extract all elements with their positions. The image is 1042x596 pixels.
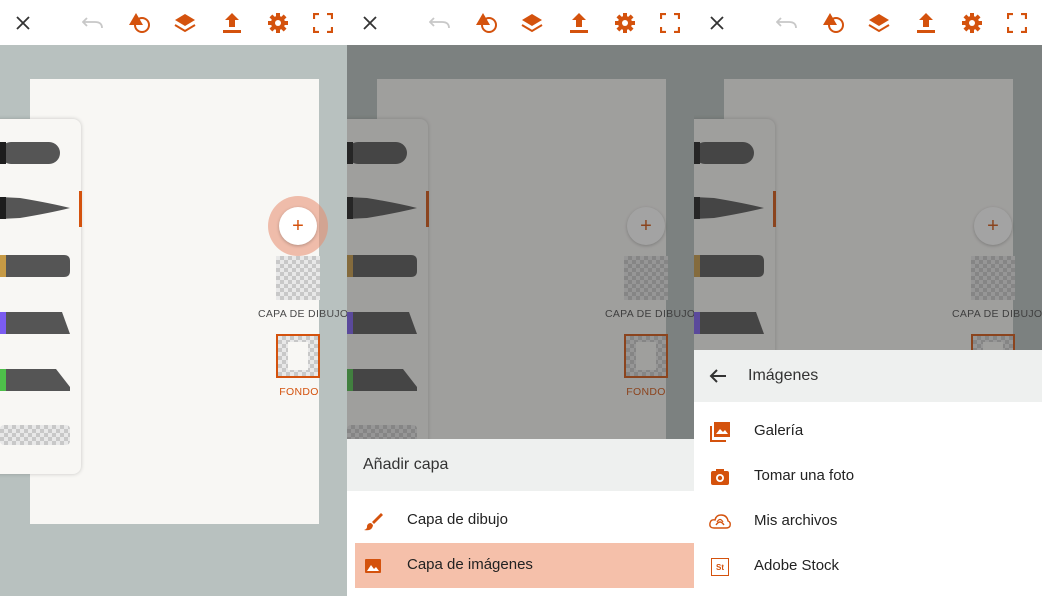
close-icon[interactable] <box>702 8 732 38</box>
sheet-title: Imágenes <box>748 367 819 384</box>
drawing-layer-label: CAPA DE DIBUJO <box>258 308 347 320</box>
menu-item-my-files[interactable]: Mis archivos <box>694 499 1042 544</box>
settings-icon[interactable] <box>610 8 640 38</box>
undo-icon[interactable] <box>78 8 108 38</box>
drawing-layer-thumbnail[interactable] <box>276 256 320 300</box>
settings-icon[interactable] <box>957 8 987 38</box>
menu-item-gallery[interactable]: Galería <box>694 409 1042 454</box>
plus-icon: + <box>292 215 304 237</box>
close-icon[interactable] <box>355 8 385 38</box>
sheet-header: Imágenes <box>694 350 1042 402</box>
fullscreen-icon[interactable] <box>308 8 338 38</box>
menu-item-adobe-stock[interactable]: St Adobe Stock <box>694 544 1042 589</box>
background-layer-thumbnail[interactable] <box>276 334 320 378</box>
brush-round[interactable] <box>0 142 60 164</box>
share-icon[interactable] <box>217 8 247 38</box>
settings-icon[interactable] <box>263 8 293 38</box>
item-label: Adobe Stock <box>754 557 840 574</box>
back-arrow-icon[interactable] <box>706 364 730 388</box>
brush-taper[interactable] <box>0 197 70 219</box>
stock-badge: St <box>711 558 729 576</box>
gallery-icon <box>708 420 732 444</box>
camera-icon <box>708 465 732 489</box>
add-layer-sheet: Añadir capa Capa de dibujo Capa de imáge… <box>347 439 694 596</box>
menu-item-drawing-layer[interactable]: Capa de dibujo <box>347 498 694 543</box>
top-toolbar <box>694 0 1042 45</box>
item-label: Capa de dibujo <box>407 511 508 528</box>
top-toolbar <box>347 0 694 45</box>
sheet-header: Añadir capa <box>347 439 694 491</box>
panel-drawing-canvas: + CAPA DE DIBUJO FONDO <box>0 0 347 596</box>
sheet-title: Añadir capa <box>363 456 449 473</box>
menu-item-take-photo[interactable]: Tomar una foto <box>694 454 1042 499</box>
fullscreen-icon[interactable] <box>655 8 685 38</box>
layers-icon[interactable] <box>517 8 547 38</box>
item-label: Capa de imágenes <box>407 556 533 573</box>
brush-icon <box>361 509 385 533</box>
panel-add-layer: + CAPA DE DIBUJO FONDO Añadir capa Capa … <box>347 0 694 596</box>
brush-flat[interactable] <box>0 255 70 277</box>
layers-icon[interactable] <box>864 8 894 38</box>
shapes-icon[interactable] <box>125 8 155 38</box>
panel-images: + CAPA DE DIBUJO Imágenes Galería Tomar … <box>694 0 1042 596</box>
background-layer-label: FONDO <box>279 386 319 398</box>
layers-icon[interactable] <box>170 8 200 38</box>
add-layer-button[interactable]: + <box>279 207 317 245</box>
creative-cloud-icon <box>708 510 732 534</box>
share-icon[interactable] <box>911 8 941 38</box>
brush-selected-indicator <box>79 191 82 227</box>
undo-icon[interactable] <box>772 8 802 38</box>
share-icon[interactable] <box>564 8 594 38</box>
shapes-icon[interactable] <box>472 8 502 38</box>
item-label: Galería <box>754 422 804 439</box>
fullscreen-icon[interactable] <box>1002 8 1032 38</box>
shapes-icon[interactable] <box>819 8 849 38</box>
brush-knife[interactable] <box>0 369 70 391</box>
item-label: Tomar una foto <box>754 467 855 484</box>
adobe-stock-icon: St <box>708 555 732 579</box>
menu-item-image-layer[interactable]: Capa de imágenes <box>355 543 694 588</box>
brush-palette <box>0 119 81 474</box>
brush-chisel[interactable] <box>0 312 70 334</box>
brush-eraser[interactable] <box>0 425 70 445</box>
images-sheet: Imágenes Galería Tomar una foto Mis arch… <box>694 350 1042 596</box>
undo-icon[interactable] <box>425 8 455 38</box>
top-toolbar <box>0 0 347 45</box>
close-icon[interactable] <box>8 8 38 38</box>
image-icon <box>361 554 385 578</box>
item-label: Mis archivos <box>754 512 838 529</box>
